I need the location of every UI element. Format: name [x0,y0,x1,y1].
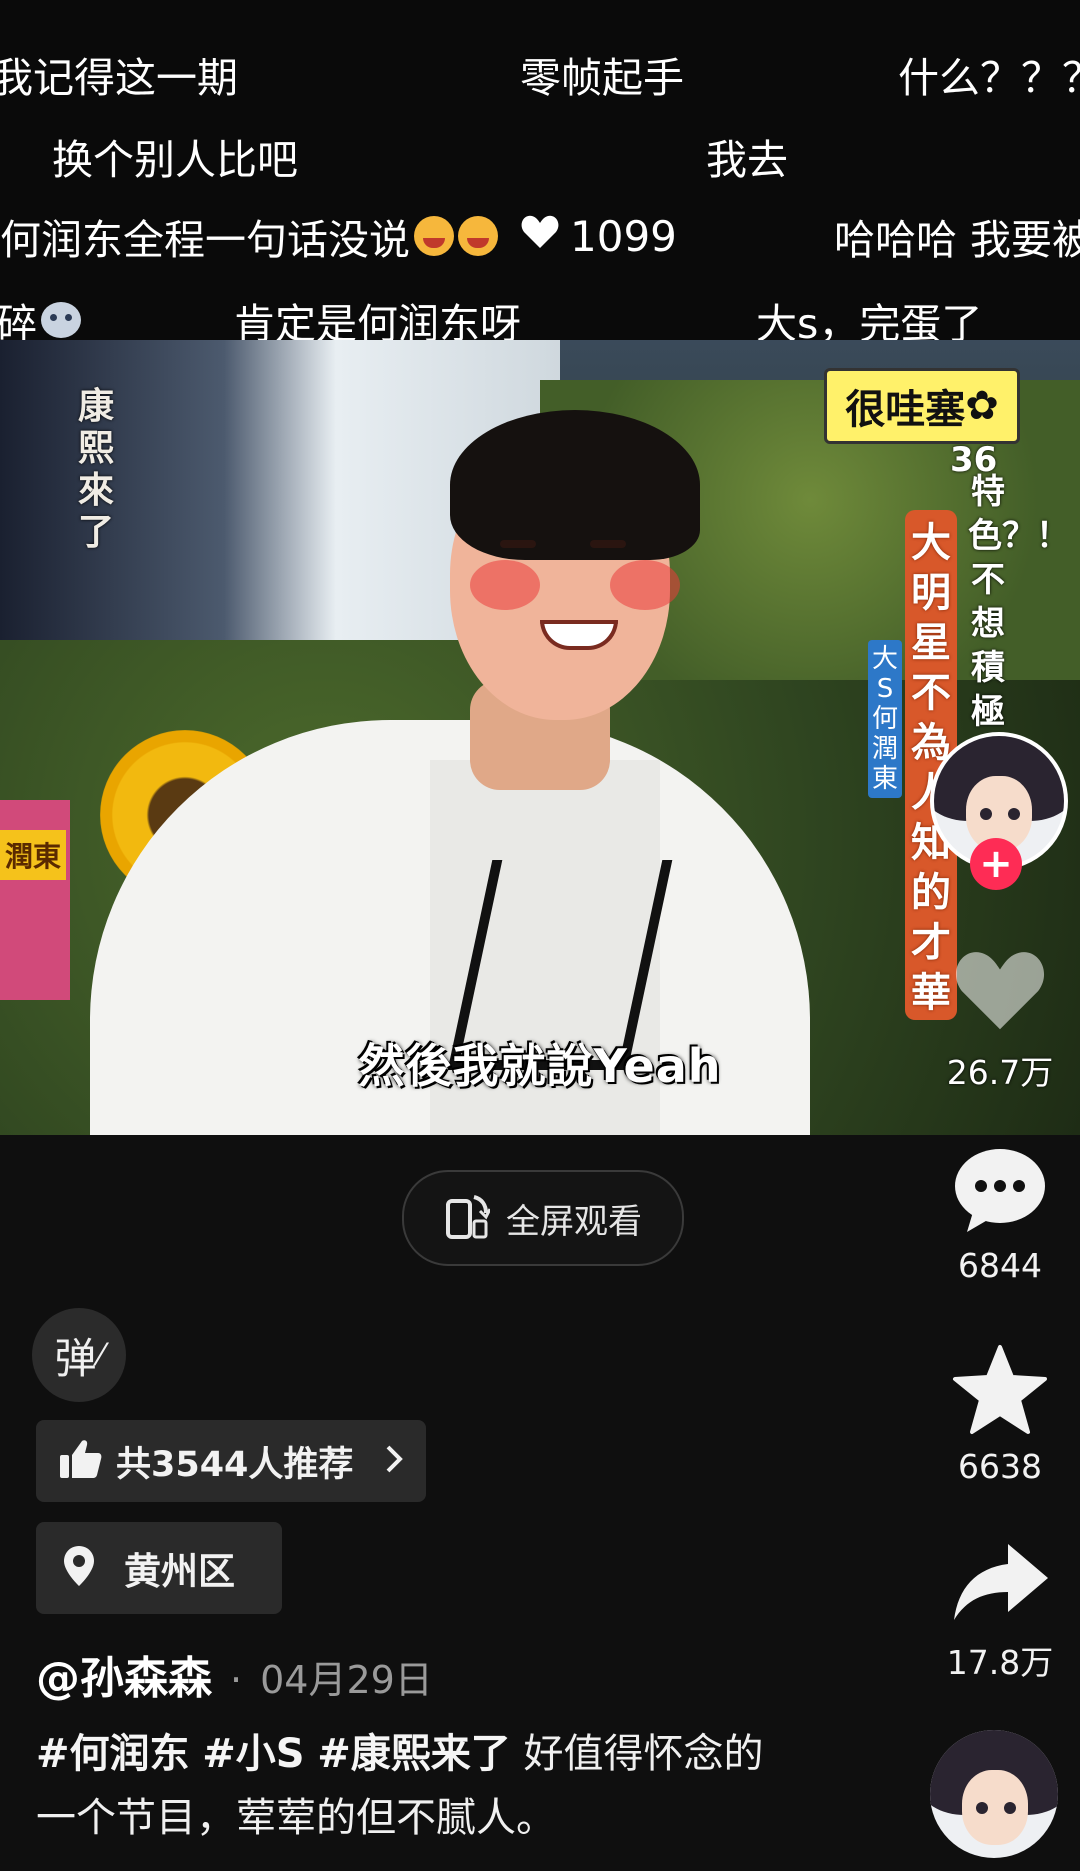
danmaku-comment: 我去 [706,126,788,186]
danmaku-comment: 零帧起手 [520,44,684,104]
comment-bubble-icon [953,1146,1047,1238]
danmaku-text: 何润东全程一句话没说 [0,216,410,264]
hashtag[interactable]: #小S [202,1731,304,1777]
location-pin-icon [62,1544,96,1592]
blush-mark [470,560,540,610]
like-count: 26.7万 [946,1053,1054,1092]
danmaku-comment: 我记得这一期 [0,44,238,104]
danmaku-comment: 换个别人比吧 [52,126,298,186]
danmaku-text: 零帧起手 [520,54,684,102]
danmaku-text: 我去 [706,136,788,184]
caption-badge-text: 很哇塞 [845,387,966,433]
laughing-tears-emoji-icon [458,216,498,256]
recommend-button[interactable]: 共3544人推荐 [36,1420,426,1502]
fullscreen-label: 全屏观看 [506,1201,642,1242]
comment-action[interactable]: 6844 [940,1146,1060,1285]
danmaku-text: 肯定是何润东呀 [234,300,521,340]
location-label: 黄州区 [124,1550,235,1593]
share-arrow-icon [950,1540,1050,1628]
star-icon [952,1343,1048,1439]
cat-emoji-icon [41,302,81,338]
danmaku-comment-hot: 何润东全程一句话没说 1099 [0,206,677,266]
favorite-action[interactable]: 6638 [940,1343,1060,1486]
danmaku-slash-icon: ⁄ [98,1337,104,1373]
recommend-label: 共3544人推荐 [116,1444,354,1485]
cup-label: 潤東 [0,830,66,880]
follow-plus-button[interactable]: + [970,838,1022,890]
post-date-separator: · [230,1658,243,1702]
like-action[interactable]: 26.7万 [940,948,1060,1094]
post-caption: #何润东 #小S #康熙来了 好值得怀念的 一个节目，荤荤的但不腻人。 [36,1722,876,1850]
video-subtitle: 然後我就說Yeah [358,1039,722,1093]
person-eye [590,540,626,548]
danmaku-like-count: 1099 [570,211,677,261]
avatar-eye [1008,808,1020,820]
danmaku-text: 什么？？？ [898,54,1080,102]
guest-names: 大S 何潤東 [868,640,902,798]
person-eye [500,540,536,548]
danmaku-text: 碎 [0,300,37,340]
danmaku-text: 大s，完蛋了 [756,300,983,340]
danmaku-comment: 什么？？？ [898,44,1080,104]
avatar-eye [1004,1802,1016,1814]
danmaku-layer: 我记得这一期 零帧起手 什么？？？ 换个别人比吧 我去 何润东全程一句话没说 1… [0,0,1080,340]
comment-count: 6844 [958,1246,1042,1285]
post-date: 04月29日 [260,1658,433,1702]
hashtag[interactable]: #康熙来了 [317,1731,511,1777]
author-line: @孙森森 · 04月29日 [36,1642,433,1706]
blush-mark [610,560,680,610]
author-name[interactable]: @孙森森 [36,1642,212,1706]
danmaku-text: 换个别人比吧 [52,136,298,184]
chevron-right-icon [384,1444,404,1478]
person-hair [450,410,700,560]
danmaku-text: 我记得这一期 [0,54,238,102]
heart-icon [520,212,560,260]
caption-text: 一个节目，荤荤的但不腻人。 [36,1795,556,1841]
rotate-screen-icon [444,1191,492,1245]
location-tag[interactable]: 黄州区 [36,1522,282,1614]
danmaku-text: 哈哈哈 我要被 [834,216,1080,264]
music-disc-avatar[interactable] [930,1730,1058,1858]
laughing-tears-emoji-icon [414,216,454,256]
favorite-count: 6638 [958,1447,1042,1486]
avatar-face [962,1770,1028,1845]
danmaku-comment: 肯定是何润东呀 [234,290,521,340]
danmaku-toggle-label: 弹 [54,1333,97,1383]
share-count: 17.8万 [946,1643,1054,1682]
danmaku-comment: 碎 [0,290,81,340]
share-action[interactable]: 17.8万 [940,1540,1060,1684]
hashtag[interactable]: #何润东 [36,1731,190,1777]
show-title-vertical: 康熙來了 [78,385,115,553]
avatar-eye [976,1802,988,1814]
fullscreen-button[interactable]: 全屏观看 [402,1170,684,1266]
danmaku-toggle-button[interactable]: 弹 ⁄ [32,1308,126,1402]
video-player[interactable]: 潤東 康熙來了 很哇塞✿ 36 大明星不為人知的才華 特色？！不想積極表現 大S… [0,340,1080,1135]
thumbs-up-icon [58,1438,102,1484]
danmaku-comment: 哈哈哈 我要被 [834,206,1080,266]
danmaku-comment: 大s，完蛋了 [756,290,982,340]
caption-text: 好值得怀念的 [523,1731,764,1777]
avatar-eye [980,808,992,820]
caption-badge: 很哇塞 ✿ [824,368,1020,444]
heart-icon [952,948,1048,1038]
